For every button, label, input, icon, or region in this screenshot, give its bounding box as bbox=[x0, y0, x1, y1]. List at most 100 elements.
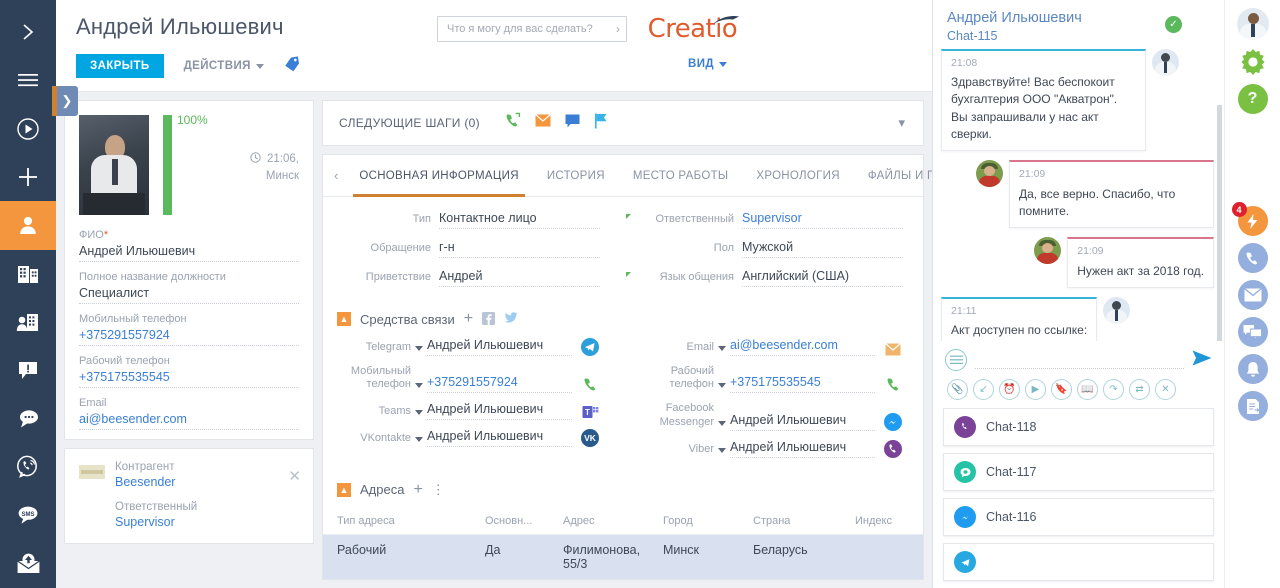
search-box[interactable]: › bbox=[437, 16, 627, 42]
column-header-city[interactable]: Город bbox=[663, 515, 753, 527]
column-header-address[interactable]: Адрес bbox=[563, 515, 663, 527]
email-orange-icon[interactable] bbox=[883, 343, 903, 356]
close-button[interactable]: ЗАКРЫТЬ bbox=[76, 54, 164, 78]
comm-value[interactable]: +375291557924 bbox=[427, 375, 572, 394]
list-item[interactable]: Chat-117 bbox=[943, 453, 1214, 491]
comm-value[interactable]: Андрей Ильюшевич bbox=[427, 429, 572, 448]
panel-expand-tab[interactable]: ❯ bbox=[52, 86, 78, 116]
facebook-icon[interactable] bbox=[482, 310, 496, 328]
check-circle-icon[interactable]: ✓ bbox=[1165, 16, 1182, 33]
sidebar-item-add[interactable] bbox=[0, 153, 56, 201]
sidebar-item-viber[interactable] bbox=[0, 443, 56, 491]
view-menu-button[interactable]: ВИД bbox=[688, 58, 727, 70]
field-value[interactable]: Английский (США) bbox=[742, 269, 903, 287]
collapse-toggle-icon[interactable]: ▲ bbox=[337, 482, 351, 497]
kebab-menu-icon[interactable]: ⋮ bbox=[432, 482, 446, 498]
field-value[interactable]: Мужской bbox=[742, 240, 903, 258]
list-item[interactable] bbox=[943, 543, 1214, 581]
search-submit-icon[interactable]: › bbox=[616, 22, 620, 36]
teams-icon[interactable]: T bbox=[580, 404, 600, 420]
owner-value[interactable]: Supervisor bbox=[115, 515, 299, 529]
tab-main-information[interactable]: ОСНОВНАЯ ИНФОРМАЦИЯ bbox=[345, 155, 532, 197]
comm-label[interactable]: Viber bbox=[630, 443, 730, 458]
help-button[interactable]: ? bbox=[1237, 84, 1268, 114]
close-icon[interactable]: ✕ bbox=[288, 467, 301, 485]
chevron-down-icon[interactable]: ▾ bbox=[898, 115, 905, 131]
column-header-primary[interactable]: Основн... bbox=[485, 515, 563, 527]
account-value[interactable]: Beesender bbox=[115, 475, 175, 489]
tag-icon[interactable]: 🔖 bbox=[1051, 379, 1072, 400]
field-value[interactable]: Контактное лицо bbox=[439, 211, 600, 229]
vk-icon[interactable]: VK bbox=[580, 429, 600, 448]
close-icon[interactable]: ✕ bbox=[1155, 379, 1176, 400]
sidebar-item-email-send[interactable] bbox=[0, 540, 56, 588]
field-value[interactable]: Специалист bbox=[79, 286, 299, 304]
column-header-country[interactable]: Страна bbox=[753, 515, 855, 527]
search-input[interactable] bbox=[447, 23, 616, 35]
comm-value[interactable]: Андрей Ильюшевич bbox=[427, 402, 572, 421]
field-value[interactable]: +375175535545 bbox=[79, 370, 299, 388]
viber-icon[interactable] bbox=[883, 439, 903, 458]
phone-green-icon[interactable] bbox=[580, 376, 600, 393]
email-icon[interactable] bbox=[535, 114, 551, 132]
field-value[interactable]: +375291557924 bbox=[79, 328, 299, 346]
add-address-icon[interactable]: + bbox=[413, 481, 422, 499]
sidebar-item-collapse-expand[interactable] bbox=[0, 8, 56, 56]
notifications-button[interactable] bbox=[1237, 354, 1268, 384]
twitter-icon[interactable] bbox=[504, 310, 518, 328]
call-button[interactable] bbox=[1237, 243, 1268, 273]
flag-icon[interactable] bbox=[594, 113, 608, 134]
field-value[interactable]: Supervisor bbox=[742, 211, 903, 229]
chat-icon[interactable] bbox=[565, 114, 580, 133]
comm-label[interactable]: Teams bbox=[327, 405, 427, 420]
tabs-prev-icon[interactable]: ‹ bbox=[327, 155, 345, 196]
chat-message-input[interactable] bbox=[975, 351, 1184, 369]
sidebar-item-chats[interactable] bbox=[0, 395, 56, 443]
book-icon[interactable]: 📖 bbox=[1077, 379, 1098, 400]
collapse-toggle-icon[interactable]: ▲ bbox=[337, 312, 351, 326]
comm-label[interactable]: Рабочий телефон bbox=[630, 365, 730, 393]
chat-messages[interactable]: 21:08 Здравствуйте! Вас беспокоит бухгал… bbox=[933, 48, 1224, 341]
clock-icon[interactable]: ⏰ bbox=[999, 379, 1020, 400]
avatar[interactable] bbox=[1236, 8, 1269, 40]
comm-value[interactable]: ai@beesender.com bbox=[730, 338, 875, 356]
add-communication-icon[interactable]: + bbox=[464, 310, 473, 328]
list-menu-icon[interactable] bbox=[945, 349, 967, 371]
comm-label[interactable]: Мобильный телефон bbox=[327, 365, 427, 393]
field-value[interactable]: ai@beesender.com bbox=[79, 412, 299, 430]
send-icon[interactable] bbox=[1192, 350, 1212, 371]
tab-chronology[interactable]: ХРОНОЛОГИЯ bbox=[742, 155, 853, 196]
attach-icon[interactable]: 📎 bbox=[947, 379, 968, 400]
list-item[interactable]: Chat-118 bbox=[943, 408, 1214, 446]
sidebar-item-menu[interactable] bbox=[0, 56, 56, 104]
tag-icon[interactable] bbox=[282, 54, 302, 78]
comm-value[interactable]: Андрей Ильюшевич bbox=[427, 338, 572, 356]
shuffle-icon[interactable]: ⇄ bbox=[1129, 379, 1150, 400]
sidebar-item-contacts[interactable] bbox=[0, 201, 56, 250]
comm-value[interactable]: Андрей Ильюшевич bbox=[730, 440, 875, 458]
sidebar-item-sms[interactable]: SMS bbox=[0, 491, 56, 539]
sidebar-item-accounts[interactable] bbox=[0, 250, 56, 298]
messenger-icon[interactable] bbox=[883, 412, 903, 431]
phone-icon[interactable] bbox=[504, 112, 521, 134]
field-value[interactable]: г-н bbox=[439, 240, 600, 258]
comm-label[interactable]: Email bbox=[630, 341, 730, 356]
comm-label[interactable]: Facebook Messenger bbox=[630, 402, 730, 430]
play-icon[interactable]: ▶ bbox=[1025, 379, 1046, 400]
tasks-button[interactable] bbox=[1237, 391, 1268, 421]
comm-label[interactable]: VKontakte bbox=[327, 432, 427, 447]
telegram-icon[interactable] bbox=[580, 338, 600, 356]
tab-workplace[interactable]: МЕСТО РАБОТЫ bbox=[619, 155, 743, 196]
actions-menu-button[interactable]: ДЕЙСТВИЯ bbox=[184, 60, 264, 72]
sidebar-item-cases[interactable] bbox=[0, 346, 56, 394]
tab-files-and-notes[interactable]: ФАЙЛЫ И ПРИ bbox=[854, 155, 932, 196]
forward-icon[interactable]: ↷ bbox=[1103, 379, 1124, 400]
comm-label[interactable]: Telegram bbox=[327, 341, 427, 356]
phone-green-icon[interactable] bbox=[883, 376, 903, 393]
table-row[interactable]: Рабочий Да Филимонова, 55/3 Минск Белару… bbox=[323, 534, 923, 579]
email-button[interactable] bbox=[1237, 280, 1268, 310]
agent-desktop-button[interactable]: 4 bbox=[1231, 202, 1268, 236]
left-arrow-icon[interactable]: ↙ bbox=[973, 379, 994, 400]
field-value[interactable]: Андрей bbox=[439, 269, 600, 287]
chat-scrollbar[interactable] bbox=[1217, 104, 1222, 341]
